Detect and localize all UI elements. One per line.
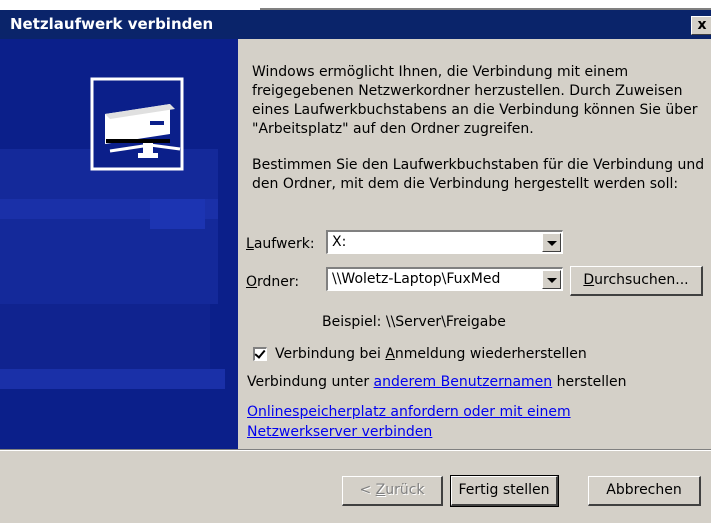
chevron-down-icon[interactable] (542, 233, 561, 252)
folder-label-text: rdner: (257, 274, 300, 290)
folder-input[interactable]: \\Woletz-Laptop\FuxMed (326, 267, 563, 291)
online-storage-link-line2[interactable]: Netzwerkserver verbinden (247, 424, 432, 440)
title-bar[interactable]: Netzlaufwerk verbinden x (0, 10, 711, 39)
drive-select[interactable]: X: (326, 230, 563, 254)
browse-accesskey: D (583, 272, 595, 288)
close-icon: x (697, 17, 707, 33)
computer-base-highlight (0, 369, 225, 389)
reconnect-label-accesskey: A (385, 346, 395, 362)
reconnect-label[interactable]: Verbindung bei Anmeldung wiederherstelle… (275, 346, 587, 362)
back-prefix: < (359, 482, 376, 498)
example-text: Beispiel: \\Server\Freigabe (322, 314, 506, 330)
instruction-paragraph: Bestimmen Sie den Laufwerkbuchstaben für… (252, 157, 705, 192)
back-label: urück (385, 482, 425, 498)
folder-label-accesskey: O (246, 274, 258, 290)
footer-separator-highlight (0, 450, 711, 451)
drive-select-value: X: (332, 234, 347, 250)
other-user-before: Verbindung unter (247, 374, 374, 390)
close-button[interactable]: x (691, 16, 711, 35)
wizard-side-panel (0, 39, 238, 450)
browse-button[interactable]: Durchsuchen... (570, 266, 703, 296)
back-button[interactable]: < Zurück (342, 476, 443, 506)
computer-drive-bay (150, 199, 205, 229)
reconnect-label-before: Verbindung bei (275, 346, 386, 362)
folder-label: Ordner: (246, 274, 299, 290)
window-title: Netzlaufwerk verbinden (10, 15, 214, 33)
browse-label: urchsuchen... (594, 272, 689, 288)
drive-label-accesskey: L (246, 236, 254, 252)
online-storage-link-block: Onlinespeicherplatz anfordern oder mit e… (247, 402, 571, 442)
back-accesskey: Z (375, 482, 386, 498)
checkmark-icon (254, 347, 266, 359)
reconnect-label-after: nmeldung wiederherstellen (394, 346, 587, 362)
drive-label-text: aufwerk: (253, 236, 315, 252)
other-user-link[interactable]: anderem Benutzernamen (374, 374, 553, 390)
reconnect-checkbox[interactable] (253, 347, 267, 361)
finish-button[interactable]: Fertig stellen (450, 475, 559, 507)
chevron-down-icon[interactable] (542, 270, 561, 289)
network-drive-illustration (0, 77, 225, 389)
other-user-line: Verbindung unter anderem Benutzernamen h… (247, 374, 627, 390)
drive-label: Laufwerk: (246, 236, 315, 252)
other-user-after: herstellen (552, 374, 627, 390)
online-storage-link-line1[interactable]: Onlinespeicherplatz anfordern oder mit e… (247, 404, 571, 420)
intro-paragraph: Windows ermöglicht Ihnen, die Verbindung… (252, 64, 698, 137)
folder-input-value: \\Woletz-Laptop\FuxMed (332, 271, 501, 287)
cancel-button[interactable]: Abbrechen (588, 476, 701, 506)
